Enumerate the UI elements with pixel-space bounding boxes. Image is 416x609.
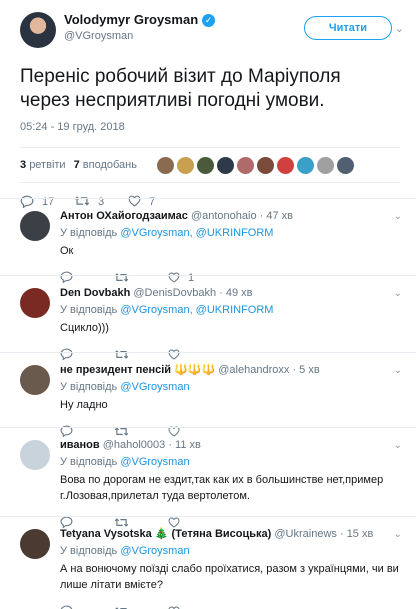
reply-avatar[interactable] xyxy=(20,288,50,318)
liker-avatar[interactable] xyxy=(276,156,294,174)
reply-author-name[interactable]: не президент пенсій 🔱🔱🔱 xyxy=(60,364,215,376)
reply-time[interactable]: 11 хв xyxy=(175,439,201,451)
reply-avatar[interactable] xyxy=(20,211,50,241)
reply-to-line: У відповідь @VGroysman, @UKRINFORM xyxy=(60,226,406,241)
chevron-down-icon[interactable]: ⌄ xyxy=(394,288,402,299)
separator-dot: · xyxy=(292,364,297,376)
reply-author-handle[interactable]: @antonohaio xyxy=(191,210,257,222)
liker-avatar[interactable] xyxy=(236,156,254,174)
reply-to-line: У відповідь @VGroysman, @UKRINFORM xyxy=(60,303,406,318)
reply-text: Вова по дорогам не ездит,так как их в бо… xyxy=(60,474,384,502)
reply-time[interactable]: 5 хв xyxy=(299,364,320,376)
reply-to-prefix: У відповідь xyxy=(60,456,118,468)
author-handle[interactable]: @VGroysman xyxy=(64,28,304,44)
reply-to-line: У відповідь @VGroysman xyxy=(60,380,406,395)
liker-avatar[interactable] xyxy=(176,156,194,174)
reply-to-mentions[interactable]: @VGroysman, @UKRINFORM xyxy=(120,304,273,316)
reply-tweet[interactable]: ⌄ не президент пенсій 🔱🔱🔱 @alehandroxx ·… xyxy=(0,352,416,438)
chevron-down-icon[interactable]: ⌄ xyxy=(394,365,402,376)
separator-dot: · xyxy=(168,439,172,451)
separator-dot: · xyxy=(339,528,344,540)
reply-actions xyxy=(60,601,406,609)
reply-button[interactable] xyxy=(60,605,114,609)
reply-to-prefix: У відповідь xyxy=(60,381,118,393)
reply-tweet[interactable]: ⌄ Den Dovbakh @DenisDovbakh · 49 хв У ві… xyxy=(0,275,416,361)
liker-avatar[interactable] xyxy=(316,156,334,174)
tweet-header: Volodymyr Groysman ✓ @VGroysman Читати xyxy=(20,12,400,48)
author-name[interactable]: Volodymyr Groysman xyxy=(64,12,198,28)
liker-avatar[interactable] xyxy=(196,156,214,174)
reply-avatar[interactable] xyxy=(20,365,50,395)
reply-to-mentions[interactable]: @VGroysman, @UKRINFORM xyxy=(120,227,273,239)
verified-icon: ✓ xyxy=(202,13,216,27)
reply-tweet[interactable]: ⌄ Tetyana Vysotska 🎄 (Тетяна Висоцька) @… xyxy=(0,516,416,609)
reply-author-handle[interactable]: @DenisDovbakh xyxy=(133,287,216,299)
heart-icon xyxy=(168,605,180,609)
author-avatar[interactable] xyxy=(20,12,56,48)
reply-text: Сцикло))) xyxy=(60,322,109,334)
like-button[interactable] xyxy=(168,605,222,609)
retweet-icon xyxy=(114,606,129,609)
liker-avatar[interactable] xyxy=(336,156,354,174)
chevron-down-icon[interactable]: ⌄ xyxy=(395,22,404,35)
retweets-stat[interactable]: 3 ретвіти xyxy=(20,159,66,171)
separator-dot: · xyxy=(259,210,264,222)
reply-author-handle[interactable]: @hahol0003 xyxy=(103,439,166,451)
reply-to-line: У відповідь @VGroysman xyxy=(60,544,406,559)
liker-avatar[interactable] xyxy=(296,156,314,174)
reply-to-prefix: У відповідь xyxy=(60,304,118,316)
reply-author-name[interactable]: Tetyana Vysotska 🎄 (Тетяна Висоцька) xyxy=(60,528,271,540)
separator-dot: · xyxy=(219,287,223,299)
chevron-down-icon[interactable]: ⌄ xyxy=(394,529,402,540)
reply-avatar[interactable] xyxy=(20,529,50,559)
liker-avatar[interactable] xyxy=(156,156,174,174)
reply-text: Ок xyxy=(60,245,74,257)
reply-body: Tetyana Vysotska 🎄 (Тетяна Висоцька) @Uk… xyxy=(60,517,416,609)
liker-avatars xyxy=(156,156,354,174)
reply-icon xyxy=(60,605,73,609)
reply-to-mentions[interactable]: @VGroysman xyxy=(120,545,189,557)
reply-header: Tetyana Vysotska 🎄 (Тетяна Висоцька) @Uk… xyxy=(60,527,406,541)
reply-header: не президент пенсій 🔱🔱🔱 @alehandroxx · 5… xyxy=(60,363,406,377)
chevron-down-icon[interactable]: ⌄ xyxy=(394,440,402,451)
liker-avatar[interactable] xyxy=(256,156,274,174)
reply-author-handle[interactable]: @Ukrainews xyxy=(274,528,337,540)
reply-to-prefix: У відповідь xyxy=(60,227,118,239)
reply-time[interactable]: 49 хв xyxy=(226,287,253,299)
reply-avatar[interactable] xyxy=(20,440,50,470)
reply-to-mentions[interactable]: @VGroysman xyxy=(120,381,189,393)
reply-author-name[interactable]: Антон ОХайогодзаимас xyxy=(60,210,188,222)
liker-avatar[interactable] xyxy=(216,156,234,174)
chevron-down-icon[interactable]: ⌄ xyxy=(394,211,402,222)
reply-to-mentions[interactable]: @VGroysman xyxy=(120,456,189,468)
retweet-button[interactable] xyxy=(114,606,168,609)
reply-author-handle[interactable]: @alehandroxx xyxy=(218,364,289,376)
reply-time[interactable]: 47 хв xyxy=(266,210,293,222)
author-name-row[interactable]: Volodymyr Groysman ✓ xyxy=(64,12,304,28)
likes-stat[interactable]: 7 вподобань xyxy=(74,159,137,171)
reply-text: Ну ладно xyxy=(60,399,108,411)
reply-author-name[interactable]: иванов xyxy=(60,439,100,451)
reply-tweet[interactable]: ⌄ иванов @hahol0003 · 11 хв У відповідь … xyxy=(0,427,416,529)
reply-tweet[interactable]: ⌄ Антон ОХайогодзаимас @antonohaio · 47 … xyxy=(0,198,416,284)
reply-time[interactable]: 15 хв xyxy=(347,528,374,540)
reply-text: А на вонючому поїзді слабо проїхатися, р… xyxy=(60,563,399,591)
reply-author-name[interactable]: Den Dovbakh xyxy=(60,287,130,299)
follow-button[interactable]: Читати xyxy=(304,16,392,40)
reply-header: Антон ОХайогодзаимас @antonohaio · 47 хв xyxy=(60,209,406,223)
author-names: Volodymyr Groysman ✓ @VGroysman xyxy=(64,12,304,44)
main-tweet: Volodymyr Groysman ✓ @VGroysman Читати ⌄… xyxy=(0,0,416,221)
reply-to-prefix: У відповідь xyxy=(60,545,118,557)
reply-header: Den Dovbakh @DenisDovbakh · 49 хв xyxy=(60,286,406,300)
reply-to-line: У відповідь @VGroysman xyxy=(60,455,406,470)
tweet-text: Переніс робочий візит до Маріуполя через… xyxy=(20,66,341,111)
tweet-stats: 3 ретвіти 7 вподобань xyxy=(20,148,400,182)
reply-header: иванов @hahol0003 · 11 хв xyxy=(60,438,406,452)
tweet-timestamp[interactable]: 05:24 - 19 груд. 2018 xyxy=(20,121,400,137)
